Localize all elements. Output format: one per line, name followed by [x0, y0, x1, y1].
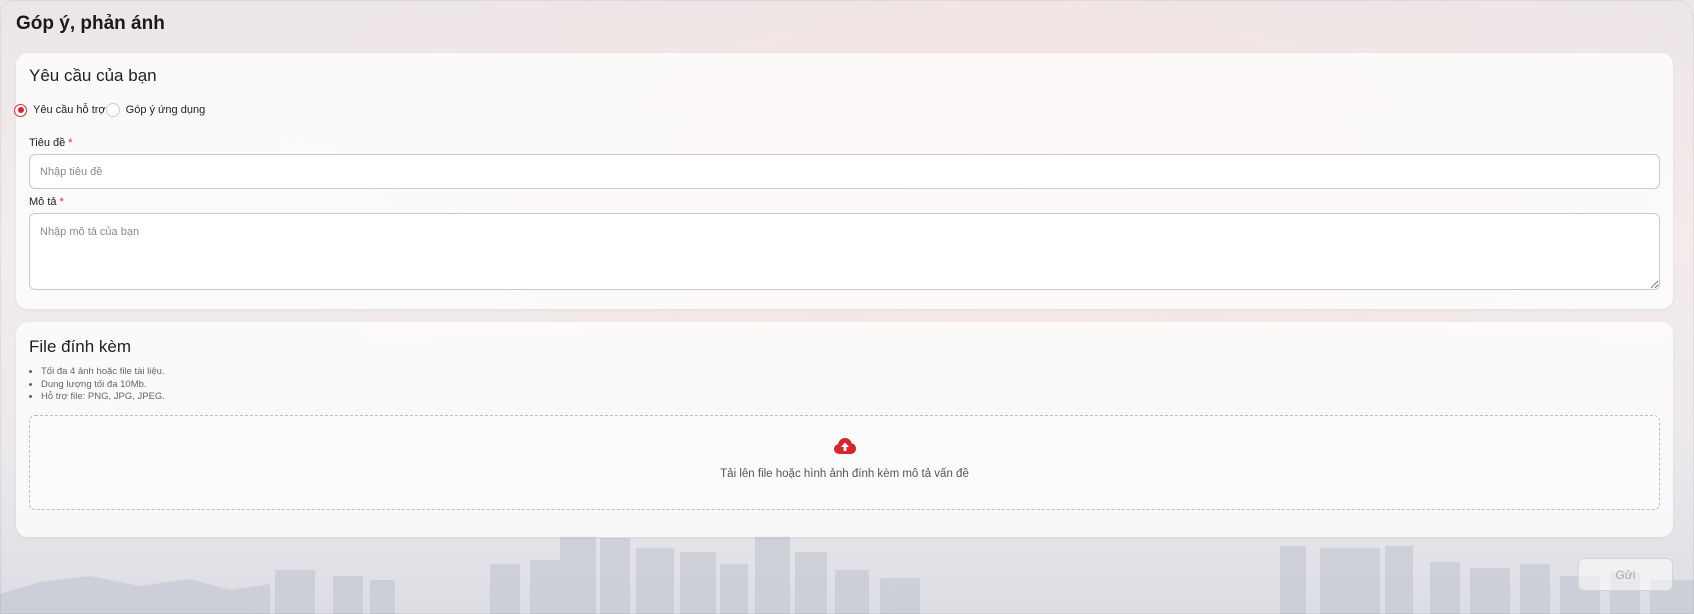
- description-field-label-text: Mô tả: [29, 196, 57, 208]
- radio-app-feedback-label: Góp ý ứng dụng: [125, 104, 206, 116]
- request-section-title: Yêu cầu của bạn: [29, 66, 157, 85]
- required-mark: *: [59, 196, 64, 208]
- upload-instruction: Tải lên file hoặc hình ảnh đính kèm mô t…: [720, 468, 969, 480]
- upload-dropzone[interactable]: Tải lên file hoặc hình ảnh đính kèm mô t…: [29, 415, 1660, 510]
- title-field-label: Tiêu đề *: [29, 137, 73, 149]
- request-card: Yêu cầu của bạn Yêu cầu hỗ trợ Góp ý ứng…: [14, 53, 1673, 309]
- radio-app-feedback[interactable]: Góp ý ứng dụng: [105, 103, 206, 117]
- note-max-size: Dung lượng tối đa 10Mb.: [41, 379, 165, 392]
- description-field-label: Mô tả *: [29, 196, 64, 208]
- radio-app-feedback-circle[interactable]: [105, 103, 120, 117]
- required-mark: *: [68, 137, 73, 149]
- radio-support-request-circle[interactable]: [14, 103, 27, 117]
- title-field-label-text: Tiêu đề: [29, 137, 66, 149]
- city-skyline-background: [0, 536, 1694, 614]
- radio-support-request[interactable]: Yêu cầu hỗ trợ: [14, 103, 106, 117]
- submit-button[interactable]: Gửi: [1578, 558, 1673, 591]
- note-file-types: Hỗ trợ file: PNG, JPG, JPEG.: [41, 391, 165, 404]
- page-title: Góp ý, phản ánh: [16, 13, 165, 34]
- description-textarea[interactable]: [29, 213, 1660, 290]
- attachment-section-title: File đính kèm: [29, 337, 132, 356]
- cloud-upload-icon: [834, 438, 856, 454]
- attachment-notes: Tối đa 4 ảnh hoặc file tài liệu. Dung lư…: [29, 366, 165, 404]
- request-type-radio-group: Yêu cầu hỗ trợ Góp ý ứng dụng: [14, 103, 205, 117]
- radio-support-request-label: Yêu cầu hỗ trợ: [33, 104, 106, 116]
- attachment-card: File đính kèm Tối đa 4 ảnh hoặc file tài…: [16, 322, 1673, 537]
- note-max-files: Tối đa 4 ảnh hoặc file tài liệu.: [41, 366, 165, 379]
- title-input[interactable]: [29, 154, 1660, 189]
